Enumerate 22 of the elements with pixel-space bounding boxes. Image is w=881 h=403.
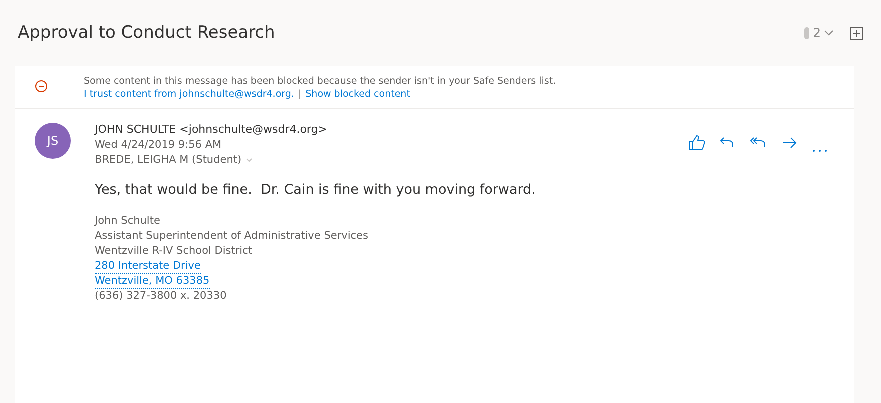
forward-icon bbox=[782, 135, 798, 151]
message-body: Yes, that would be fine. Dr. Cain is fine with you moving forward. bbox=[95, 182, 537, 198]
blocked-icon bbox=[35, 80, 48, 93]
blocked-content-message: Some content in this message has been blocked because the sender isn't in your Safe Senders list. bbox=[84, 76, 556, 87]
link-separator: | bbox=[298, 89, 302, 100]
address-link[interactable]: Wentzville, MO 63385 bbox=[95, 274, 210, 289]
sent-date: Wed 4/24/2019 9:56 AM bbox=[95, 139, 223, 151]
chevron-down-icon bbox=[824, 30, 834, 36]
recipient-name: BREDE, LEIGHA M (Student) bbox=[95, 154, 242, 166]
address-link[interactable]: 280 Interstate Drive bbox=[95, 259, 201, 274]
signature-line: Wentzville R-IV School District bbox=[95, 244, 252, 259]
signature-line: (636) 327-3800 x. 20330 bbox=[95, 289, 227, 304]
signature-line: John Schulte bbox=[95, 214, 160, 229]
attachments-button[interactable]: 2 bbox=[804, 26, 834, 40]
signature-line: Assistant Superintendent of Administrative Services bbox=[95, 229, 368, 244]
thumbs-up-icon bbox=[689, 135, 706, 151]
sender-avatar: JS bbox=[35, 123, 71, 159]
sender-name: JOHN SCHULTE <johnschulte@wsdr4.org> bbox=[95, 123, 328, 136]
expand-icon[interactable] bbox=[850, 26, 863, 40]
email-subject: Approval to Conduct Research bbox=[18, 23, 276, 43]
trust-sender-link[interactable]: I trust content from johnschulte@wsdr4.org. bbox=[84, 89, 294, 100]
show-blocked-content-link[interactable]: Show blocked content bbox=[306, 89, 410, 100]
